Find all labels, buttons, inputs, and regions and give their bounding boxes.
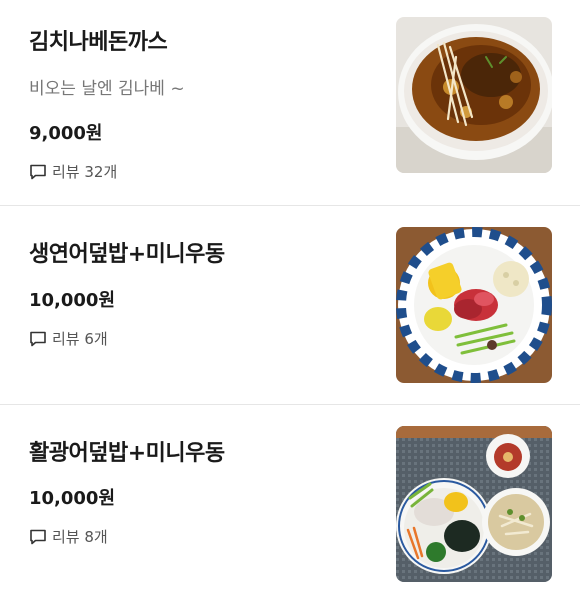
menu-item-salmon-bowl[interactable]: 생연어덮밥+미니우동 10,000원 리뷰 6개 <box>0 206 580 404</box>
menu-item-price: 10,000원 <box>29 488 116 509</box>
menu-item-name: 김치나베돈까스 <box>29 30 168 55</box>
menu-item-price: 9,000원 <box>29 123 103 144</box>
menu-item-description: 비오는 날엔 김나베 ~ <box>29 79 185 99</box>
menu-item-price: 10,000원 <box>29 290 116 311</box>
speech-bubble-icon <box>29 163 47 181</box>
review-label: 리뷰 32개 <box>52 163 118 181</box>
speech-bubble-icon <box>29 330 47 348</box>
salmon-rice-bowl-photo <box>396 227 552 383</box>
menu-item-name: 활광어덮밥+미니우동 <box>29 441 225 466</box>
review-count: 리뷰 32개 <box>29 161 117 182</box>
menu-item-flatfish-bowl[interactable]: 활광어덮밥+미니우동 10,000원 리뷰 8개 <box>0 405 580 597</box>
review-label: 리뷰 8개 <box>52 528 108 546</box>
speech-bubble-icon <box>29 528 47 546</box>
menu-item-kimchi-nabe[interactable]: 김치나베돈까스 비오는 날엔 김나베 ~ 9,000원 리뷰 32개 <box>0 0 580 205</box>
review-count: 리뷰 8개 <box>29 526 108 547</box>
review-count: 리뷰 6개 <box>29 328 108 349</box>
kimchi-nabe-tonkatsu-photo <box>396 17 552 173</box>
flatfish-rice-bowl-photo <box>396 426 552 582</box>
menu-item-name: 생연어덮밥+미니우동 <box>29 242 225 267</box>
review-label: 리뷰 6개 <box>52 330 108 348</box>
menu-list: 김치나베돈까스 비오는 날엔 김나베 ~ 9,000원 리뷰 32개 생연어덮밥… <box>0 0 580 597</box>
